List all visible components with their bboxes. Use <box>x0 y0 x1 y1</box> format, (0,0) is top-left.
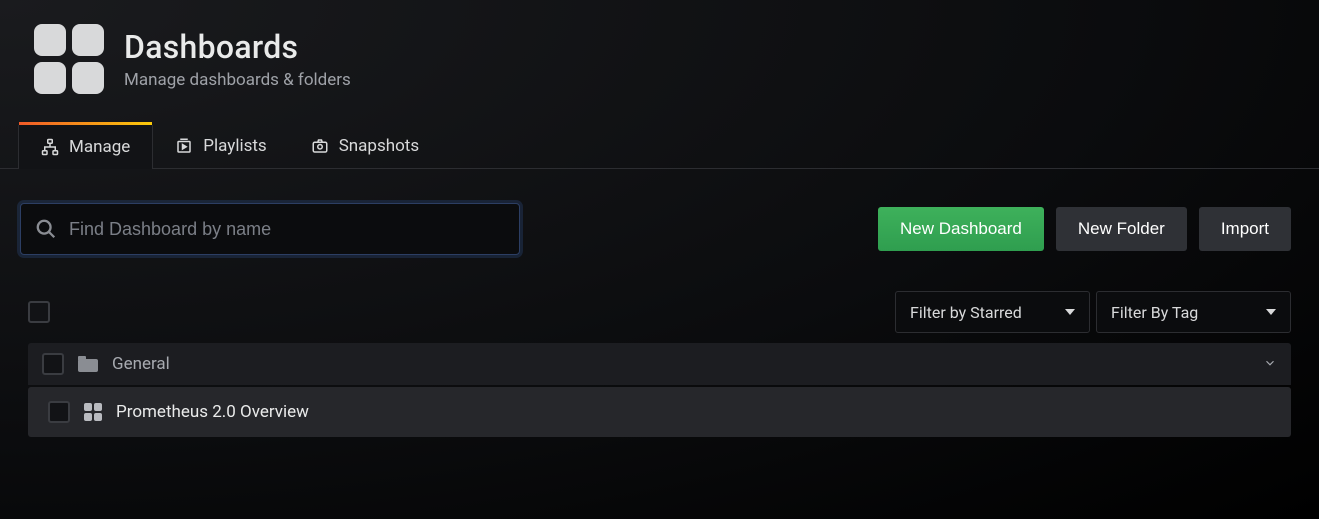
tab-playlists[interactable]: Playlists <box>153 124 288 168</box>
chevron-down-icon <box>1266 309 1276 315</box>
filter-label: Filter by Starred <box>910 303 1022 322</box>
import-button[interactable]: Import <box>1199 207 1291 251</box>
dashboard-icon <box>84 403 102 421</box>
item-checkbox[interactable] <box>48 401 70 423</box>
folder-name: General <box>112 354 170 374</box>
filter-label: Filter By Tag <box>1111 303 1198 322</box>
folder-checkbox[interactable] <box>42 353 64 375</box>
camera-icon <box>311 137 329 155</box>
tab-label: Snapshots <box>339 136 419 156</box>
dashboard-list: General Prometheus 2.0 Overview <box>0 343 1319 437</box>
tab-label: Manage <box>69 137 130 157</box>
sitemap-icon <box>41 138 59 156</box>
select-all-checkbox[interactable] <box>28 301 50 323</box>
list-item[interactable]: Prometheus 2.0 Overview <box>28 387 1291 437</box>
button-label: New Folder <box>1078 219 1165 239</box>
page-header: Dashboards Manage dashboards & folders <box>0 0 1319 106</box>
button-label: New Dashboard <box>900 219 1022 239</box>
filter-row: Filter by Starred Filter By Tag <box>0 255 1319 343</box>
chevron-down-icon <box>1263 355 1277 374</box>
chevron-down-icon <box>1065 309 1075 315</box>
tab-snapshots[interactable]: Snapshots <box>289 124 441 168</box>
search-box[interactable] <box>20 203 520 255</box>
page-title: Dashboards <box>124 28 351 66</box>
new-folder-button[interactable]: New Folder <box>1056 207 1187 251</box>
folder-icon <box>78 356 98 372</box>
search-input[interactable] <box>69 219 505 240</box>
action-bar: New Dashboard New Folder Import <box>0 169 1319 255</box>
filter-tag-select[interactable]: Filter By Tag <box>1096 291 1291 333</box>
button-label: Import <box>1221 219 1269 239</box>
search-icon <box>35 218 57 240</box>
tab-label: Playlists <box>203 136 266 156</box>
tabs: Manage Playlists Snapshots <box>0 124 1319 169</box>
page-subtitle: Manage dashboards & folders <box>124 70 351 90</box>
dashboards-icon <box>34 24 104 94</box>
item-name: Prometheus 2.0 Overview <box>116 402 309 422</box>
new-dashboard-button[interactable]: New Dashboard <box>878 207 1044 251</box>
folder-row[interactable]: General <box>28 343 1291 385</box>
tab-manage[interactable]: Manage <box>18 125 153 169</box>
filter-starred-select[interactable]: Filter by Starred <box>895 291 1090 333</box>
playlist-icon <box>175 137 193 155</box>
header-text: Dashboards Manage dashboards & folders <box>124 28 351 90</box>
